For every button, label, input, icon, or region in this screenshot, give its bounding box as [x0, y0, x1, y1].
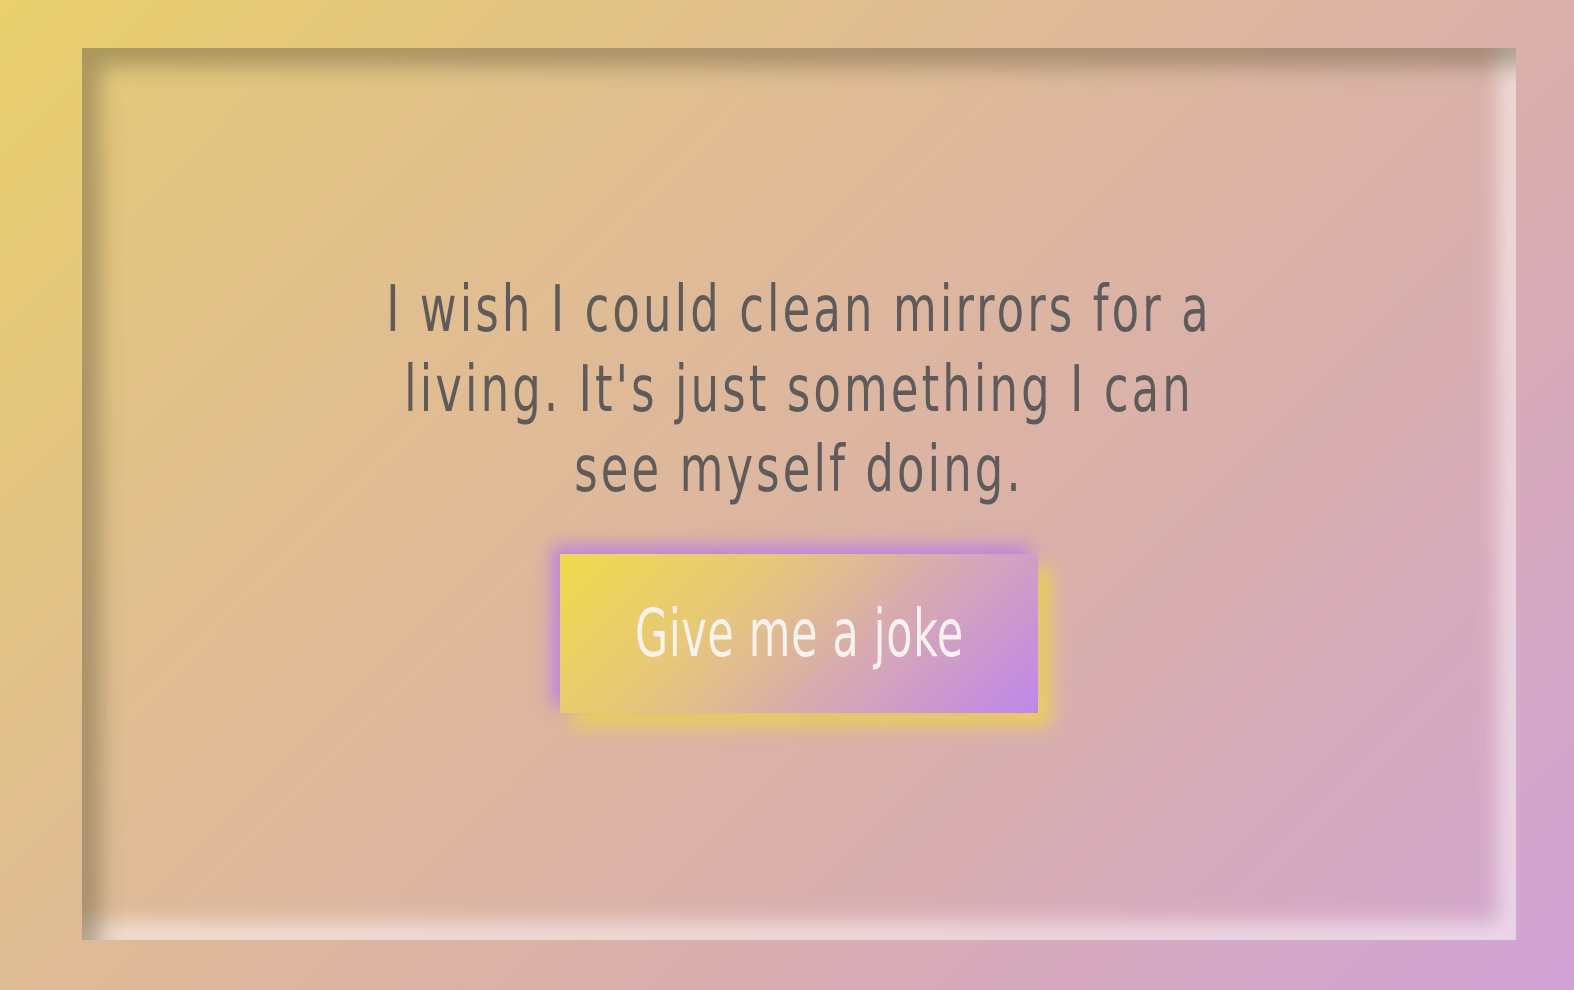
joke-panel: I wish I could clean mirrors for a livin… [82, 48, 1516, 940]
joke-content: I wish I could clean mirrors for a livin… [82, 48, 1516, 940]
give-joke-button[interactable]: Give me a joke [560, 554, 1038, 713]
give-joke-button-label: Give me a joke [634, 595, 964, 672]
joke-text: I wish I could clean mirrors for a livin… [386, 273, 1212, 507]
